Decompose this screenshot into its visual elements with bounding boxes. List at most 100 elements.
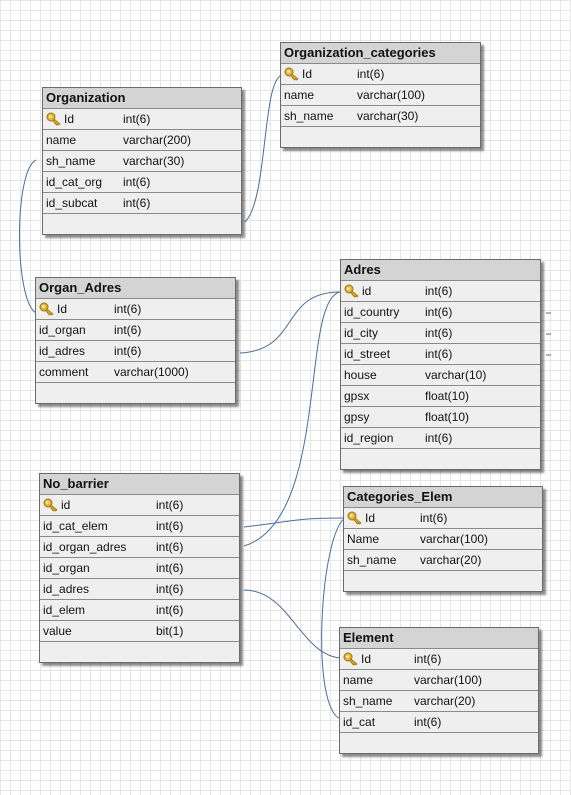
- column-name-text: Name: [347, 532, 380, 546]
- column-type: int(6): [114, 323, 142, 337]
- column-name-text: id_adres: [43, 582, 90, 596]
- primary-key-icon: [43, 498, 61, 512]
- link-organ-adres-to-adres: [239, 291, 341, 354]
- column-name-text: Id: [361, 652, 372, 666]
- column-name: id_region: [344, 428, 393, 448]
- column-type: varchar(1000): [114, 365, 189, 379]
- column-name-text: id_cat: [343, 715, 376, 729]
- link-no-barrier-to-element: [243, 589, 342, 659]
- table-row[interactable]: gpsy float(10): [341, 407, 540, 428]
- table-row[interactable]: id_region int(6): [341, 428, 540, 449]
- column-name-text: Id: [365, 511, 376, 525]
- column-name-text: id_adres: [39, 344, 86, 358]
- column-name-text: id: [61, 498, 71, 512]
- table-row[interactable]: id_country int(6): [341, 302, 540, 323]
- table-row[interactable]: value bit(1): [40, 621, 239, 642]
- table-row[interactable]: id_cat int(6): [340, 712, 538, 733]
- column-name: id_city: [344, 323, 378, 343]
- column-name-text: id_elem: [43, 603, 86, 617]
- table-row[interactable]: sh_name varchar(20): [344, 550, 542, 571]
- column-name-text: id_country: [344, 305, 400, 319]
- column-name: Id: [46, 109, 74, 129]
- column-name: id_adres: [39, 341, 85, 361]
- table-row[interactable]: house varchar(10): [341, 365, 540, 386]
- column-type: float(10): [425, 410, 470, 424]
- table-row[interactable]: id_organ int(6): [40, 558, 239, 579]
- table-row[interactable]: Id int(6): [36, 299, 235, 320]
- table-empty-row: [36, 383, 235, 403]
- column-type: int(6): [420, 511, 448, 525]
- table-row[interactable]: Name varchar(100): [344, 529, 542, 550]
- table-adres[interactable]: Adres id int(6) id_country int(6) id_city int…: [340, 259, 541, 470]
- primary-key-icon: [347, 511, 365, 525]
- table-title: Categories_Elem: [344, 487, 542, 508]
- table-row[interactable]: id_adres int(6): [36, 341, 235, 362]
- column-name-text: id_subcat: [46, 196, 98, 210]
- column-name-text: value: [43, 624, 72, 638]
- column-name-text: comment: [39, 365, 89, 379]
- table-title: Element: [340, 628, 538, 649]
- table-row[interactable]: id_organ int(6): [36, 320, 235, 341]
- column-name: id: [344, 281, 371, 301]
- column-name: sh_name: [46, 151, 95, 171]
- table-row[interactable]: id_city int(6): [341, 323, 540, 344]
- column-name-text: gpsx: [344, 389, 370, 403]
- table-row[interactable]: id_cat_elem int(6): [40, 516, 239, 537]
- link-organization-to-categories: [244, 74, 283, 223]
- column-type: bit(1): [156, 624, 184, 638]
- column-type: int(6): [425, 326, 453, 340]
- column-type: int(6): [425, 305, 453, 319]
- column-name: house: [344, 365, 377, 385]
- table-row[interactable]: comment varchar(1000): [36, 362, 235, 383]
- column-name: id_country: [344, 302, 399, 322]
- table-row[interactable]: id int(6): [341, 281, 540, 302]
- table-row[interactable]: name varchar(100): [281, 85, 480, 106]
- table-organization[interactable]: Organization Id int(6) name varchar(200) sh_…: [42, 87, 242, 235]
- column-name: sh_name: [284, 106, 333, 126]
- table-row[interactable]: id_adres int(6): [40, 579, 239, 600]
- column-type: varchar(20): [414, 694, 476, 708]
- table-row[interactable]: id_elem int(6): [40, 600, 239, 621]
- table-row[interactable]: Id int(6): [43, 109, 241, 130]
- column-name: id_cat_elem: [43, 516, 108, 536]
- table-row[interactable]: id int(6): [40, 495, 239, 516]
- column-name: gpsy: [344, 407, 369, 427]
- column-name: name: [46, 130, 76, 150]
- table-empty-row: [40, 642, 239, 662]
- column-name: name: [343, 670, 373, 690]
- column-name: sh_name: [347, 550, 396, 570]
- table-row[interactable]: sh_name varchar(30): [281, 106, 480, 127]
- table-row[interactable]: id_organ_adres int(6): [40, 537, 239, 558]
- column-type: varchar(30): [123, 154, 185, 168]
- table-row[interactable]: Id int(6): [340, 649, 538, 670]
- table-row[interactable]: gpsx float(10): [341, 386, 540, 407]
- column-name: id_subcat: [46, 193, 97, 213]
- column-name: id_street: [344, 344, 390, 364]
- table-categories-elem[interactable]: Categories_Elem Id int(6) Name varchar(100)…: [343, 486, 543, 592]
- column-name-text: house: [344, 368, 377, 382]
- table-row[interactable]: name varchar(200): [43, 130, 241, 151]
- table-row[interactable]: id_cat_org int(6): [43, 172, 241, 193]
- table-row[interactable]: Id int(6): [281, 64, 480, 85]
- table-no-barrier[interactable]: No_barrier id int(6) id_cat_elem int(6) id_o…: [39, 473, 240, 663]
- column-name: comment: [39, 362, 88, 382]
- column-type: varchar(100): [420, 532, 489, 546]
- column-name: gpsx: [344, 386, 369, 406]
- column-type: int(6): [156, 603, 184, 617]
- column-type: int(6): [123, 112, 151, 126]
- link-no-barrier-to-categories-elem: [243, 517, 346, 528]
- table-row[interactable]: Id int(6): [344, 508, 542, 529]
- table-row[interactable]: name varchar(100): [340, 670, 538, 691]
- table-title: No_barrier: [40, 474, 239, 495]
- column-name-text: Id: [64, 112, 75, 126]
- column-type: float(10): [425, 389, 470, 403]
- column-name: sh_name: [343, 691, 392, 711]
- table-row[interactable]: id_subcat int(6): [43, 193, 241, 214]
- table-row[interactable]: sh_name varchar(30): [43, 151, 241, 172]
- table-row[interactable]: sh_name varchar(20): [340, 691, 538, 712]
- table-element[interactable]: Element Id int(6) name varchar(100) sh_name v…: [339, 627, 539, 754]
- table-organization-categories[interactable]: Organization_categories Id int(6) name varc…: [280, 42, 481, 148]
- column-type: int(6): [414, 652, 442, 666]
- table-organ-adres[interactable]: Organ_Adres Id int(6) id_organ int(6) id_adr…: [35, 277, 236, 404]
- table-row[interactable]: id_street int(6): [341, 344, 540, 365]
